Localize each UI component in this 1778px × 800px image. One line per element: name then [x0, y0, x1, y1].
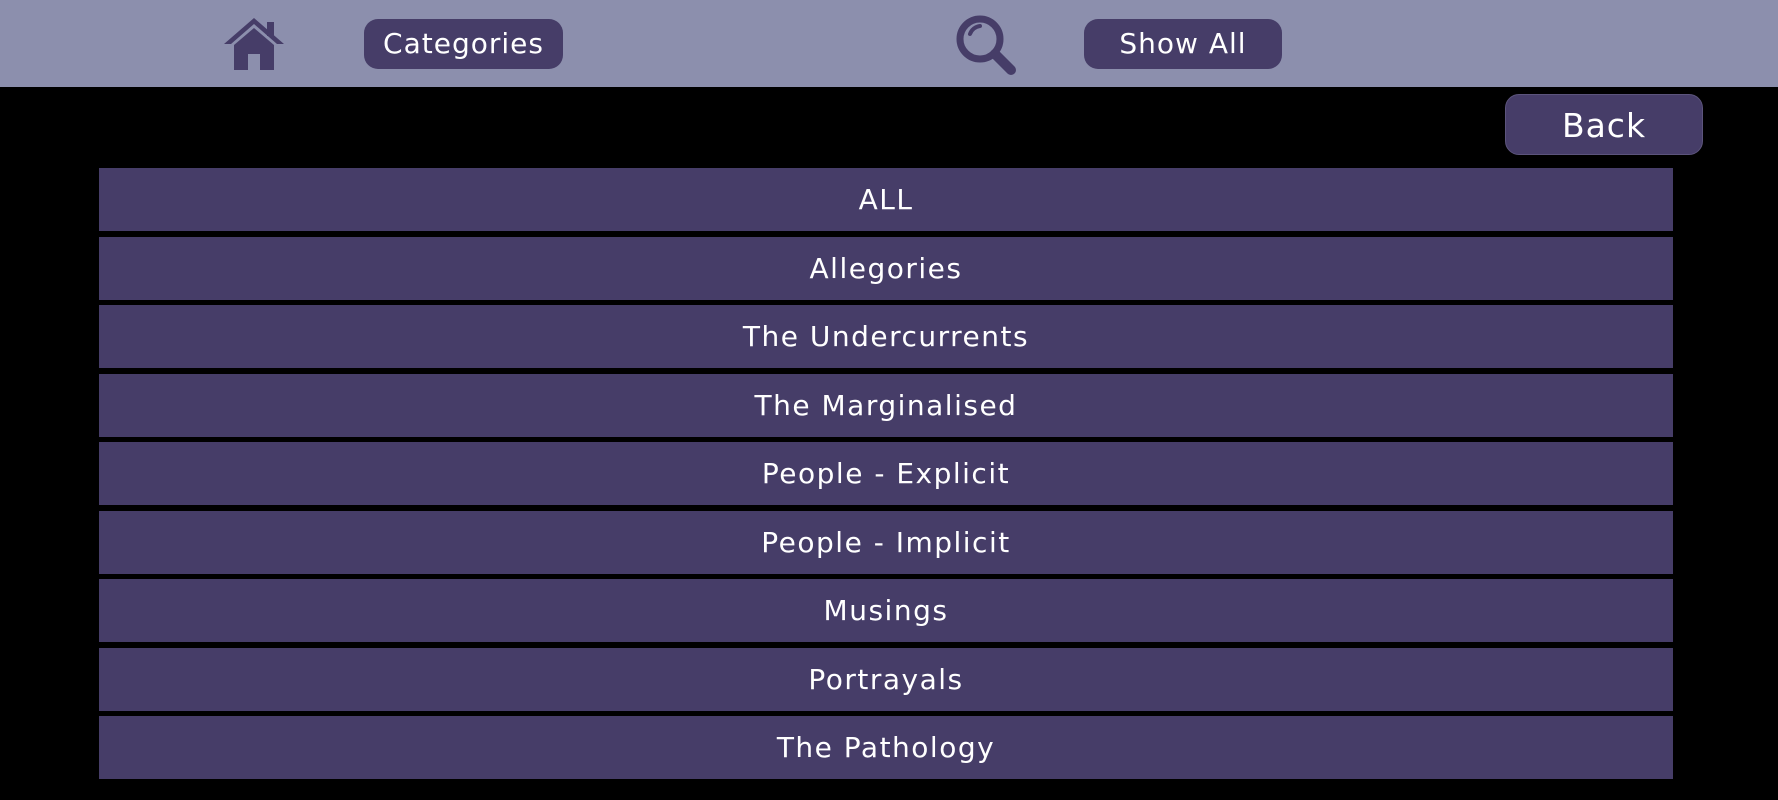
back-button[interactable]: Back [1505, 94, 1703, 155]
category-item-the-marginalised[interactable]: The Marginalised [99, 373, 1673, 437]
category-item-the-undercurrents[interactable]: The Undercurrents [99, 305, 1673, 368]
category-item-all[interactable]: ALL [99, 168, 1673, 231]
categories-button[interactable]: Categories [364, 19, 563, 69]
show-all-button[interactable]: Show All [1084, 19, 1282, 69]
category-item-people-explicit[interactable]: People - Explicit [99, 442, 1673, 505]
top-toolbar: Categories Show All [0, 0, 1778, 87]
search-icon [956, 15, 1016, 75]
category-item-people-implicit[interactable]: People - Implicit [99, 510, 1673, 574]
category-list: ALL Allegories The Undercurrents The Mar… [99, 168, 1673, 785]
category-item-musings[interactable]: Musings [99, 579, 1673, 642]
category-item-portrayals[interactable]: Portrayals [99, 647, 1673, 711]
category-item-allegories[interactable]: Allegories [99, 236, 1673, 300]
home-icon [224, 18, 284, 70]
home-button[interactable] [222, 16, 286, 72]
search-button[interactable] [953, 12, 1019, 78]
category-item-the-pathology[interactable]: The Pathology [99, 716, 1673, 779]
